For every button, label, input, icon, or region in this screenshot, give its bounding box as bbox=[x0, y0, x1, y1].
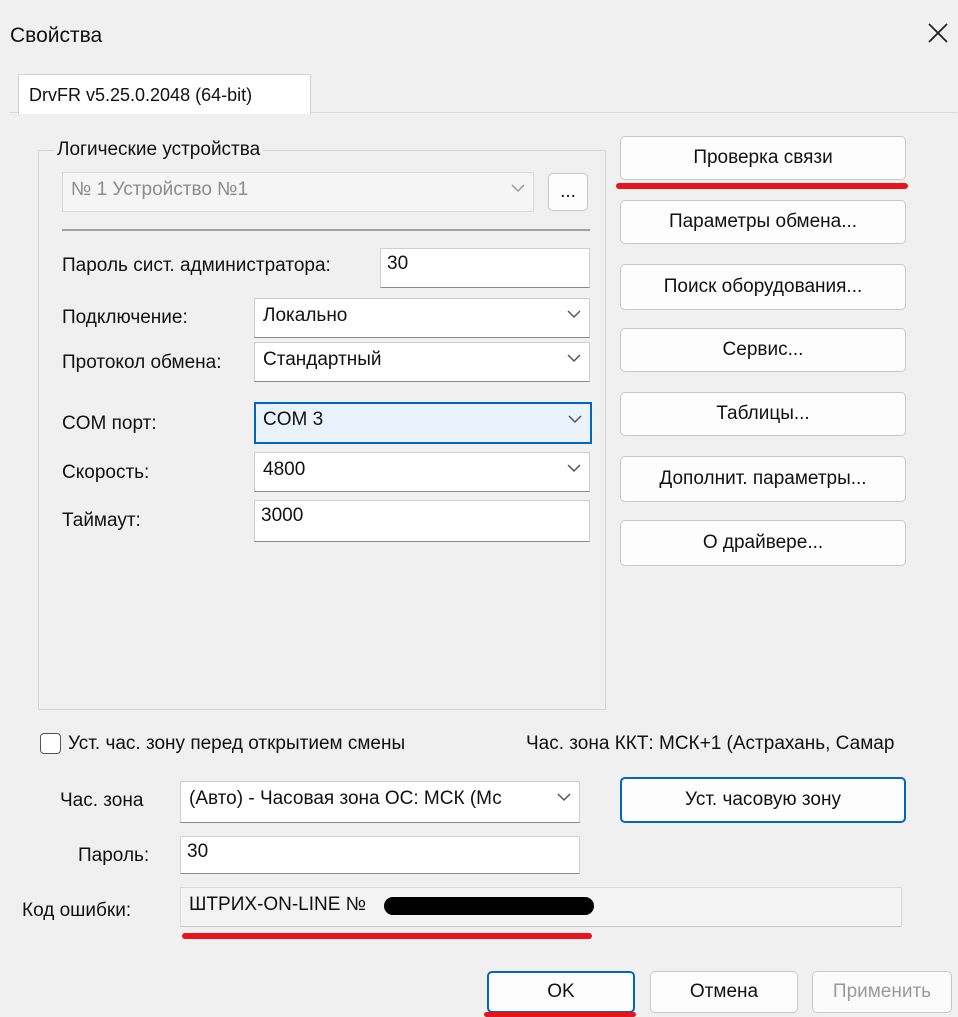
logical-devices-label: Логические устройства bbox=[54, 139, 264, 161]
timezone-label: Час. зона bbox=[60, 790, 144, 811]
find-equipment-button[interactable]: Поиск оборудования... bbox=[620, 264, 906, 310]
tab-driver[interactable]: DrvFR v5.25.0.2048 (64-bit) bbox=[18, 74, 311, 114]
connection-select[interactable]: Локально bbox=[254, 298, 590, 338]
close-icon[interactable] bbox=[925, 20, 951, 46]
browse-devices-button[interactable]: ... bbox=[548, 173, 588, 211]
check-connection-button[interactable]: Проверка связи bbox=[620, 136, 906, 180]
group-divider bbox=[62, 229, 590, 231]
timeout-input[interactable]: 3000 bbox=[254, 500, 590, 542]
chevron-down-icon bbox=[565, 459, 583, 477]
device-select-value: № 1 Устройство №1 bbox=[71, 179, 249, 200]
highlight-underline bbox=[182, 933, 592, 939]
chevron-down-icon bbox=[566, 410, 584, 428]
com-port-label: COM порт: bbox=[62, 413, 157, 434]
chevron-down-icon bbox=[565, 349, 583, 367]
set-timezone-checkbox-label: Уст. час. зону перед открытием смены bbox=[68, 733, 406, 754]
set-timezone-button[interactable]: Уст. часовую зону bbox=[620, 777, 906, 823]
about-driver-button[interactable]: О драйвере... bbox=[620, 520, 906, 566]
speed-select-value: 4800 bbox=[263, 459, 306, 480]
title-bar bbox=[0, 0, 958, 70]
cancel-button[interactable]: Отмена bbox=[650, 971, 798, 1013]
connection-label: Подключение: bbox=[62, 307, 188, 328]
chevron-down-icon bbox=[565, 305, 583, 323]
timeout-label: Таймаут: bbox=[62, 510, 141, 531]
admin-password-label: Пароль сист. администратора: bbox=[62, 255, 331, 276]
device-select[interactable]: № 1 Устройство №1 bbox=[62, 172, 534, 212]
connection-select-value: Локально bbox=[263, 305, 348, 326]
error-code-label: Код ошибки: bbox=[22, 900, 132, 921]
window-title: Свойства bbox=[10, 24, 103, 47]
highlight-underline bbox=[484, 1012, 636, 1017]
protocol-label: Протокол обмена: bbox=[62, 352, 222, 373]
timezone-select-value: (Авто) - Часовая зона ОС: МСК (Мс bbox=[189, 788, 502, 809]
tables-button[interactable]: Таблицы... bbox=[620, 392, 906, 436]
protocol-select[interactable]: Стандартный bbox=[254, 342, 590, 382]
service-button[interactable]: Сервис... bbox=[620, 328, 906, 372]
redaction-mark bbox=[384, 897, 594, 915]
password-label: Пароль: bbox=[78, 845, 150, 866]
protocol-select-value: Стандартный bbox=[263, 349, 382, 370]
com-port-select-value: COM 3 bbox=[263, 409, 324, 430]
chevron-down-icon bbox=[509, 179, 527, 197]
chevron-down-icon bbox=[555, 788, 573, 806]
kkt-timezone-text: Час. зона ККТ: МСК+1 (Астрахань, Самар bbox=[526, 733, 895, 754]
speed-select[interactable]: 4800 bbox=[254, 452, 590, 492]
error-code-value: ШТРИХ-ON-LINE № bbox=[189, 894, 367, 915]
speed-label: Скорость: bbox=[62, 462, 150, 483]
com-port-select[interactable]: COM 3 bbox=[254, 402, 592, 444]
highlight-underline bbox=[616, 183, 908, 189]
timezone-select[interactable]: (Авто) - Часовая зона ОС: МСК (Мс bbox=[180, 781, 580, 823]
exchange-params-button[interactable]: Параметры обмена... bbox=[620, 200, 906, 244]
admin-password-input[interactable]: 30 bbox=[380, 248, 590, 288]
ok-button[interactable]: OK bbox=[487, 971, 635, 1013]
password-input[interactable]: 30 bbox=[180, 836, 580, 874]
extra-params-button[interactable]: Дополнит. параметры... bbox=[620, 456, 906, 502]
apply-button[interactable]: Применить bbox=[812, 971, 952, 1013]
set-timezone-checkbox[interactable] bbox=[40, 733, 61, 754]
